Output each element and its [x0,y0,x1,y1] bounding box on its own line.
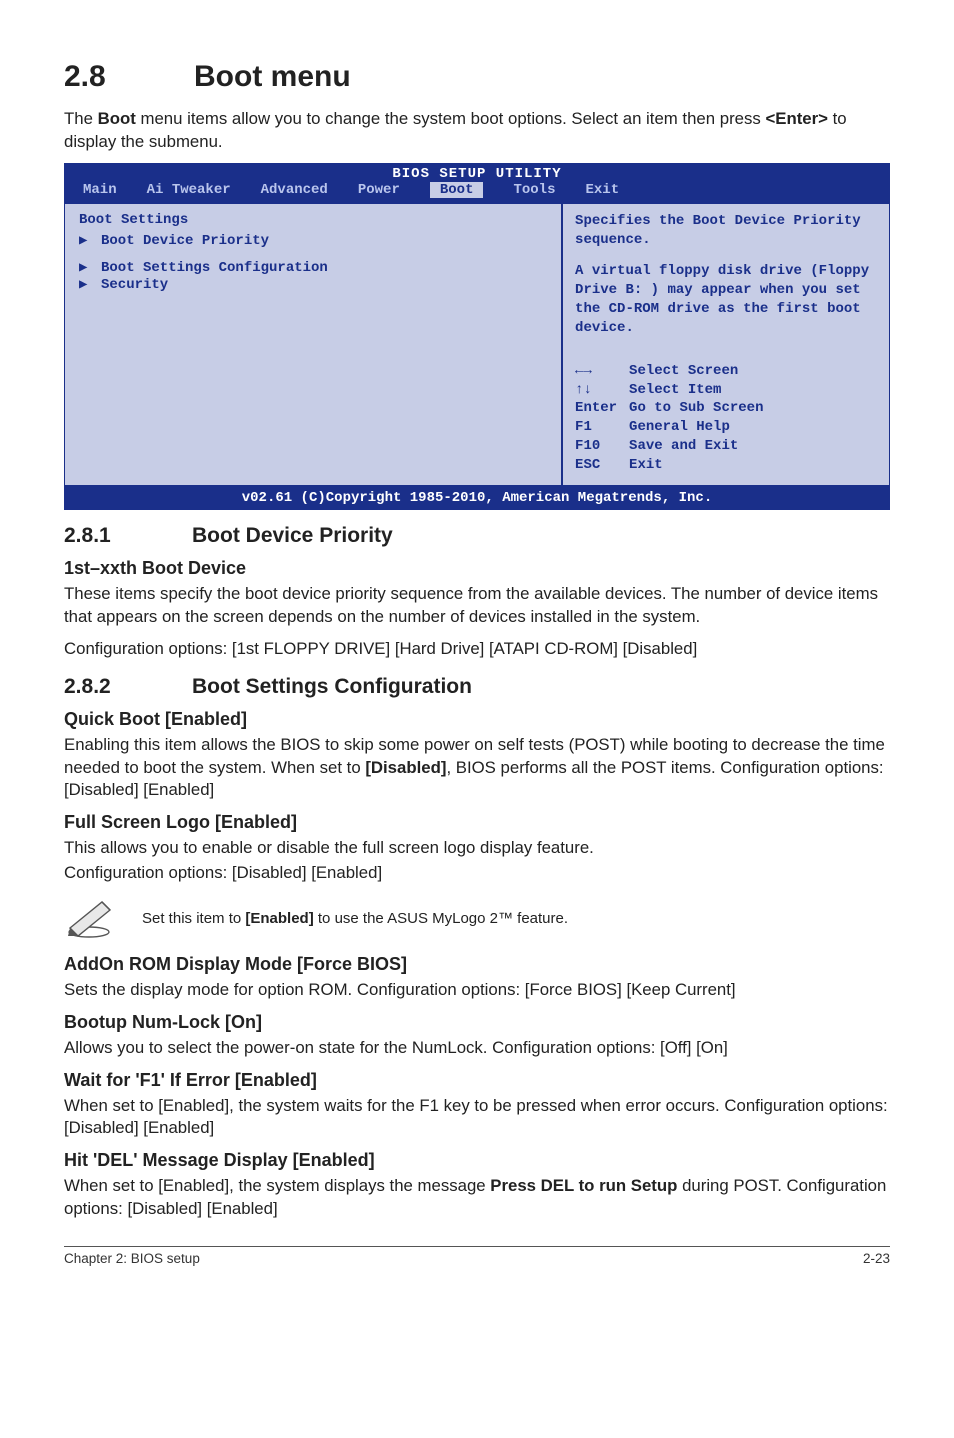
bios-menubar: Main Ai Tweaker Advanced Power Boot Tool… [65,182,889,202]
bios-tab-exit[interactable]: Exit [585,182,619,198]
bios-help-text: Specifies the Boot Device Priority seque… [575,212,877,337]
subsection-title: Boot Settings Configuration [192,675,472,698]
numlock-heading: Bootup Num-Lock [On] [64,1012,890,1033]
bios-left-header: Boot Settings [79,212,547,228]
firstboot-p2: Configuration options: [1st FLOPPY DRIVE… [64,638,890,661]
section-title: Boot menu [194,60,351,93]
subsection-number: 2.8.1 [64,524,192,548]
key-arrows-lr: ←→ [575,362,621,381]
key-f1: F1 [575,418,621,437]
submenu-arrow-icon: ▶ [79,232,91,249]
bios-item-label: Boot Settings Configuration [101,260,328,276]
hitdel-heading: Hit 'DEL' Message Display [Enabled] [64,1150,890,1171]
waitf1-heading: Wait for 'F1' If Error [Enabled] [64,1070,890,1091]
submenu-arrow-icon: ▶ [79,259,91,276]
firstboot-p1: These items specify the boot device prio… [64,583,890,628]
numlock-paragraph: Allows you to select the power-on state … [64,1037,890,1060]
fullscreenlogo-heading: Full Screen Logo [Enabled] [64,812,890,833]
bios-item-boot-settings-config[interactable]: ▶ Boot Settings Configuration [79,259,547,276]
quickboot-paragraph: Enabling this item allows the BIOS to sk… [64,734,890,802]
key-esc: ESC [575,456,621,475]
note-block: Set this item to [Enabled] to use the AS… [64,898,890,938]
subsection-title: Boot Device Priority [192,524,393,547]
bios-left-pane: Boot Settings ▶ Boot Device Priority ▶ B… [65,204,563,485]
bios-item-label: Boot Device Priority [101,233,269,249]
bios-screenshot: BIOS SETUP UTILITY Main Ai Tweaker Advan… [64,163,890,510]
key-f10: F10 [575,437,621,456]
addonrom-paragraph: Sets the display mode for option ROM. Co… [64,979,890,1002]
bios-item-label: Security [101,277,168,293]
hitdel-paragraph: When set to [Enabled], the system displa… [64,1175,890,1220]
footer-right: 2-23 [863,1251,890,1266]
bios-main-area: Boot Settings ▶ Boot Device Priority ▶ B… [65,202,889,487]
pencil-note-icon [64,898,114,938]
page-footer: Chapter 2: BIOS setup 2-23 [64,1251,890,1266]
firstboot-heading: 1st–xxth Boot Device [64,558,890,579]
subsection-number: 2.8.2 [64,675,192,699]
key-enter: Enter [575,399,621,418]
submenu-arrow-icon: ▶ [79,276,91,293]
addonrom-heading: AddOn ROM Display Mode [Force BIOS] [64,954,890,975]
footer-left: Chapter 2: BIOS setup [64,1251,200,1266]
bios-tab-main[interactable]: Main [83,182,117,198]
note-text: Set this item to [Enabled] to use the AS… [142,910,568,927]
subsection-281-heading: 2.8.1Boot Device Priority [64,524,890,548]
bios-tab-aitweaker[interactable]: Ai Tweaker [147,182,231,198]
section-number: 2.8 [64,60,194,94]
section-heading: 2.8Boot menu [64,60,890,94]
subsection-282-heading: 2.8.2Boot Settings Configuration [64,675,890,699]
bios-tab-power[interactable]: Power [358,182,400,198]
footer-divider [64,1246,890,1247]
bios-footer: v02.61 (C)Copyright 1985-2010, American … [65,487,889,509]
key-arrows-ud: ↑↓ [575,381,621,400]
bios-tab-tools[interactable]: Tools [513,182,555,198]
bios-title: BIOS SETUP UTILITY [65,164,889,182]
bios-key-legend: ←→Select Screen ↑↓Select Item EnterGo to… [575,362,877,475]
bios-item-security[interactable]: ▶ Security [79,276,547,293]
fullscreenlogo-p2: Configuration options: [Disabled] [Enabl… [64,862,890,885]
page: 2.8Boot menu The Boot menu items allow y… [0,0,954,1296]
bios-tab-boot[interactable]: Boot [430,182,484,198]
bios-tab-advanced[interactable]: Advanced [261,182,328,198]
bios-item-boot-device-priority[interactable]: ▶ Boot Device Priority [79,232,547,249]
waitf1-paragraph: When set to [Enabled], the system waits … [64,1095,890,1140]
bios-right-pane: Specifies the Boot Device Priority seque… [563,204,889,485]
quickboot-heading: Quick Boot [Enabled] [64,709,890,730]
intro-paragraph: The Boot menu items allow you to change … [64,108,890,153]
fullscreenlogo-p1: This allows you to enable or disable the… [64,837,890,860]
